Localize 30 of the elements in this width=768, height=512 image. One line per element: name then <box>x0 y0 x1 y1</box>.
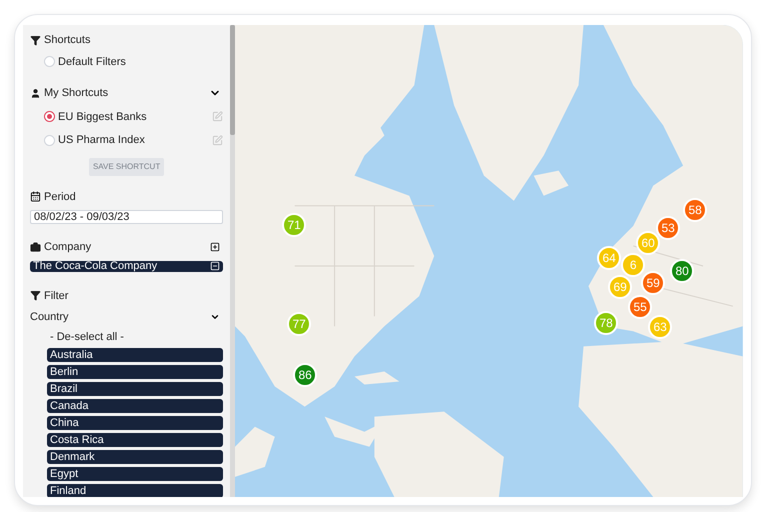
user-icon <box>30 88 41 99</box>
country-chip[interactable]: Canada <box>47 399 224 413</box>
country-chip[interactable]: Costa Rica <box>47 433 224 447</box>
section-title: Filter <box>44 288 68 304</box>
shortcut-label: US Pharma Index <box>58 133 145 148</box>
radio-button[interactable] <box>44 111 55 122</box>
country-chip[interactable]: Finland <box>47 484 224 497</box>
briefcase-icon <box>30 242 41 253</box>
section-title: Shortcuts <box>44 33 90 48</box>
country-chip[interactable]: Brazil <box>47 382 224 396</box>
deselect-all-link[interactable]: - De-select all - <box>47 328 224 345</box>
country-chip[interactable]: Berlin <box>47 365 224 379</box>
filter-icon <box>30 290 41 302</box>
collapse-icon[interactable] <box>210 261 220 271</box>
filter-icon <box>30 34 41 46</box>
shortcut-label: Default Filters <box>58 54 126 70</box>
section-title: My Shortcuts <box>44 86 108 101</box>
country-chip[interactable]: China <box>47 416 224 430</box>
period-field[interactable]: 08/02/23 - 09/03/23 <box>30 210 224 224</box>
calendar-icon <box>30 191 41 202</box>
country-chip[interactable]: Egypt <box>47 467 224 481</box>
expand-icon[interactable] <box>210 242 220 252</box>
country-chip[interactable]: Australia <box>47 348 224 362</box>
country-label: Country <box>30 310 69 325</box>
shortcut-label: EU Biggest Banks <box>58 110 147 124</box>
section-title: Period <box>44 190 76 204</box>
section-title: Company <box>44 240 92 255</box>
company-name: The Coca-Cola Company <box>33 260 158 272</box>
selected-company-chip[interactable]: The Coca-Cola Company <box>30 260 224 272</box>
country-chip[interactable]: Denmark <box>47 450 224 464</box>
